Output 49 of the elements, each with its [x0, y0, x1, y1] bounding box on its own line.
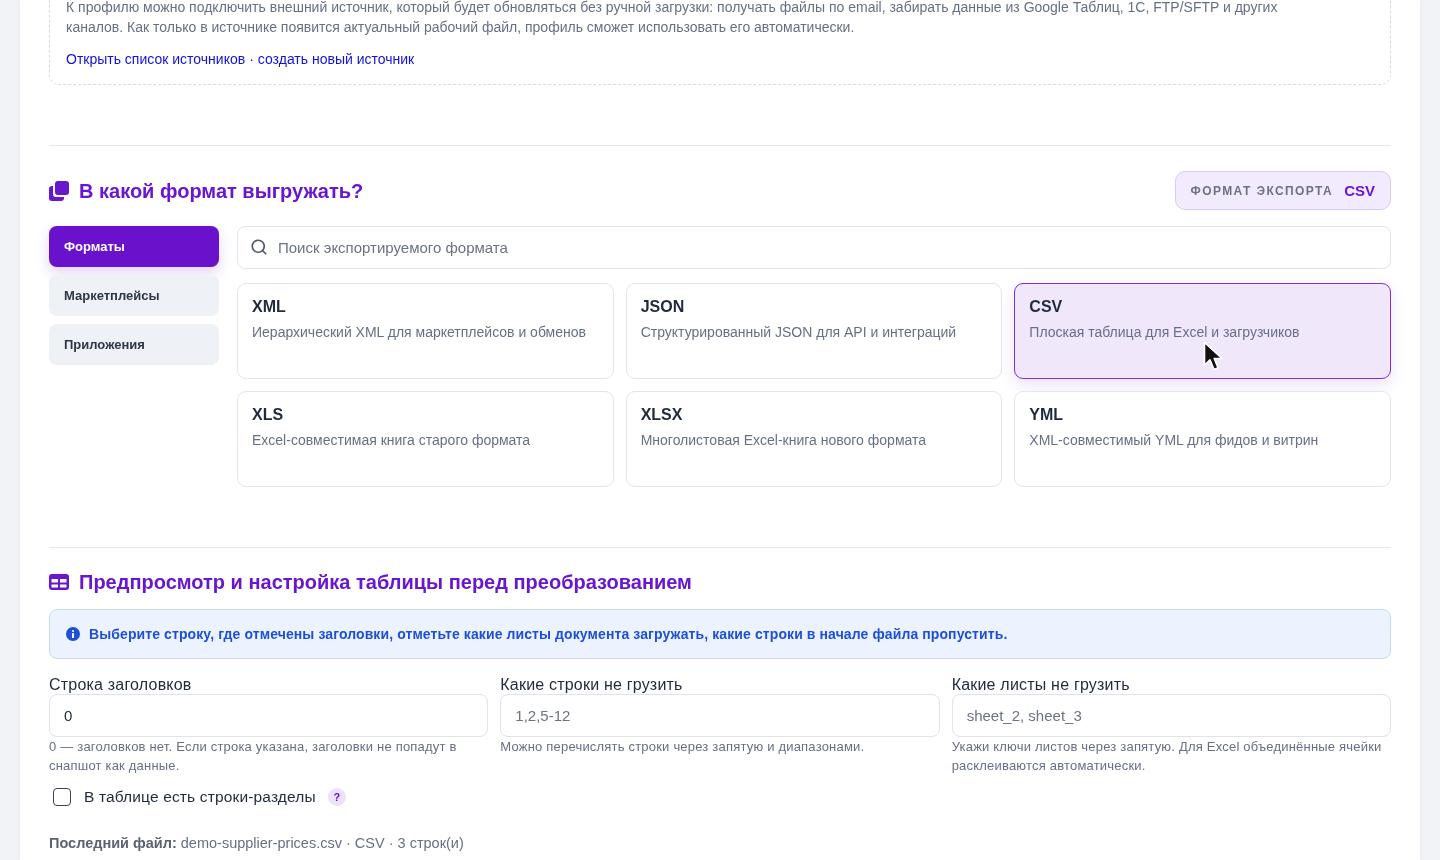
checkbox-label: В таблице есть строки-разделы — [84, 788, 316, 806]
last-file-info: Последний файл: demo-supplier-prices.csv · CSV · 3 строк(и) — [49, 834, 465, 853]
format-description: XML-совместимый YML для фидов и витрин — [1029, 431, 1319, 450]
section-title: В какой формат выгружать? — [79, 178, 364, 204]
help-hint[interactable]: ? — [327, 788, 346, 806]
source-link[interactable]: Открыть список источников — [66, 49, 246, 69]
field-label: Строка заголовков — [49, 676, 193, 694]
field-label: Какие строки не грузить — [500, 676, 684, 694]
field-hint: Можно перечислять строки через запятую и диапазонами. — [500, 738, 866, 756]
input-field[interactable]: 1,2,5-12 — [500, 694, 940, 737]
source-description: К профилю можно подключить внешний источник, который будет обновляться без ручной загрузки: получать файлы по email, забирать данные из Google Таблиц, 1С, FTP/SFTP и других каналов. Как только в источнике появится актуальный рабочий файл, профиль сможет использовать его автоматически. — [66, 0, 1279, 37]
format-description: Структурированный JSON для API и интеграций — [640, 323, 957, 342]
search-icon — [250, 238, 268, 256]
format-description: Многолистовая Excel-книга нового формата — [640, 431, 927, 450]
format-name: XML — [252, 297, 286, 317]
table-icon — [49, 574, 69, 590]
format-description: Иерархический XML для маркетплейсов и обменов — [252, 323, 586, 342]
category-tab[interactable]: Маркетплейсы — [49, 275, 219, 316]
section-title: Предпросмотр и настройка таблицы перед преобразованием — [79, 570, 692, 595]
field-hint: 0 — заголовков нет. Если строка указана, заголовки не попадут в снапшот как данные. — [49, 738, 458, 775]
info-icon — [66, 627, 80, 641]
mouse-cursor-icon — [1203, 341, 1224, 372]
category-tab[interactable]: Форматы — [49, 226, 219, 267]
format-card[interactable]: XLS Excel-совместимая книга старого формата — [237, 391, 614, 487]
format-description: Excel-совместимая книга старого формата — [252, 431, 531, 450]
link-separator: · — [249, 50, 254, 69]
category-tab[interactable]: Приложения — [49, 324, 219, 365]
input-field[interactable]: 0 — [49, 694, 489, 737]
input-field[interactable]: sheet_2, sheet_3 — [951, 694, 1391, 737]
format-name: CSV — [1029, 297, 1063, 317]
format-name: XLS — [252, 405, 284, 425]
format-name: YML — [1029, 405, 1064, 425]
checkbox[interactable] — [53, 788, 71, 806]
field-label: Какие листы не грузить — [951, 676, 1131, 694]
source-link[interactable]: создать новый источник — [257, 49, 415, 69]
search-field[interactable]: Поиск экспортируемого формата — [237, 226, 1391, 269]
format-name: JSON — [640, 297, 685, 317]
alert-text: Выберите строку, где отмечены заголовки, отметьте какие листы документа загружать, какие строки в начале файла пропустить. — [89, 626, 1008, 642]
badge-value: CSV — [1344, 182, 1375, 199]
format-card[interactable]: XML Иерархический XML для маркетплейсов и обменов — [237, 283, 614, 379]
format-card[interactable]: YML XML-совместимый YML для фидов и витрин — [1014, 391, 1391, 487]
format-card[interactable]: CSV Плоская таблица для Excel и загрузчиков — [1014, 283, 1391, 379]
badge-label: ФОРМАТ ЭКСПОРТА — [1190, 183, 1334, 198]
copy-icon — [49, 180, 69, 201]
format-name: XLSX — [640, 405, 683, 425]
field-hint: Укажи ключи листов через запятую. Для Excel объединённые ячейки расклеиваются автоматически. — [951, 738, 1383, 775]
format-card[interactable]: XLSX Многолистовая Excel-книга нового формата — [625, 391, 1003, 487]
format-card[interactable]: JSON Структурированный JSON для API и интеграций — [625, 283, 1003, 379]
format-description: Плоская таблица для Excel и загрузчиков — [1029, 323, 1300, 342]
